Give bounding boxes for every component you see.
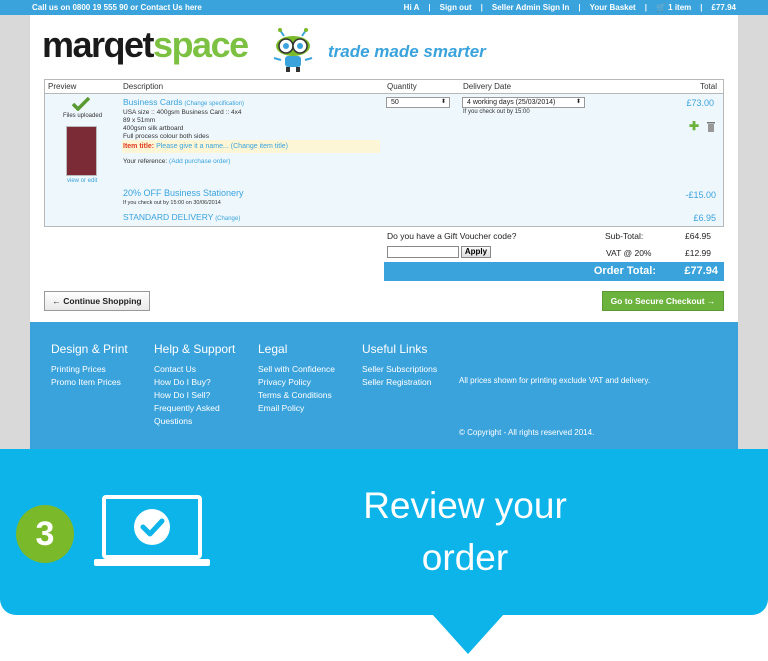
shipping-total: £6.95 bbox=[693, 213, 716, 223]
footer-heading: Design & Print bbox=[51, 342, 128, 356]
change-spec-link[interactable]: (Change specification) bbox=[184, 101, 244, 107]
site-logo[interactable]: marqetspace bbox=[42, 24, 249, 66]
seller-admin-link[interactable]: Seller Admin Sign In bbox=[492, 0, 570, 15]
table-header: Preview Description Quantity Delivery Da… bbox=[45, 80, 723, 94]
quantity-select[interactable]: 50 ⬍ bbox=[386, 97, 450, 108]
change-delivery-link[interactable]: (Change) bbox=[215, 216, 240, 222]
footer-col-useful: Useful Links Seller Subscriptions Seller… bbox=[362, 342, 437, 389]
plus-icon[interactable]: ✚ bbox=[689, 120, 699, 132]
vat-value: £12.99 bbox=[685, 248, 711, 258]
files-uploaded-label: Files uploaded bbox=[63, 113, 103, 119]
header-preview: Preview bbox=[48, 82, 77, 91]
basket-items[interactable]: 1 item bbox=[668, 0, 691, 15]
footer-col-legal: Legal Sell with Confidence Privacy Polic… bbox=[258, 342, 335, 415]
laptop-check-icon bbox=[94, 495, 210, 566]
voucher-input[interactable] bbox=[387, 246, 459, 258]
banner-heading: Review your order bbox=[340, 480, 590, 584]
spec-line: USA size :: 400gsm Business Card :: 4x4 bbox=[123, 109, 242, 116]
product-name[interactable]: Business Cards bbox=[123, 97, 183, 107]
footer-link[interactable]: How Do I Sell? bbox=[154, 389, 235, 402]
quantity-value: 50 bbox=[391, 99, 399, 106]
footer-link[interactable]: Seller Subscriptions bbox=[362, 363, 437, 376]
apply-voucher-button[interactable]: Apply bbox=[461, 246, 491, 258]
header-delivery: Delivery Date bbox=[463, 82, 512, 91]
order-total-label: Order Total: bbox=[593, 265, 656, 277]
reference-row: Your reference: (Add purchase order) bbox=[123, 158, 230, 166]
footer-link[interactable]: Promo Item Prices bbox=[51, 376, 128, 389]
greeting-link[interactable]: Hi A bbox=[404, 0, 420, 15]
footer-col-design: Design & Print Printing Prices Promo Ite… bbox=[51, 342, 128, 389]
footer-link[interactable]: Contact Us bbox=[154, 363, 235, 376]
spec-line: 400gsm silk artboard bbox=[123, 125, 184, 132]
vat-note: All prices shown for printing exclude VA… bbox=[459, 376, 651, 385]
robot-mascot-icon bbox=[273, 28, 313, 72]
footer-link[interactable]: Seller Registration bbox=[362, 376, 437, 389]
order-total-bar: Order Total: £77.94 bbox=[384, 262, 724, 281]
continue-shopping-button[interactable]: ← Continue Shopping bbox=[44, 291, 150, 311]
footer-link[interactable]: Questions bbox=[154, 415, 235, 428]
footer-heading: Help & Support bbox=[154, 342, 236, 356]
select-arrows-icon: ⬍ bbox=[440, 99, 446, 105]
footer-link[interactable]: Printing Prices bbox=[51, 363, 128, 376]
top-bar: Call us on 0800 19 555 90 or Contact Us … bbox=[0, 0, 768, 15]
vat-label: VAT @ 20% bbox=[606, 248, 652, 258]
page-root: Call us on 0800 19 555 90 or Contact Us … bbox=[0, 0, 768, 661]
discount-total: -£15.00 bbox=[685, 190, 716, 200]
step-number-badge: 3 bbox=[16, 505, 74, 563]
basket-icon[interactable]: 🛒 bbox=[656, 0, 668, 15]
banner-pointer bbox=[432, 614, 504, 654]
discount-note: If you check out by 15:00 on 30/06/2014 bbox=[123, 200, 221, 206]
sign-out-link[interactable]: Sign out bbox=[440, 0, 472, 15]
basket-link[interactable]: Your Basket bbox=[590, 0, 636, 15]
discount-name: 20% OFF Business Stationery bbox=[123, 188, 244, 198]
top-links: Hi A | Sign out | Seller Admin Sign In | Yo… bbox=[404, 0, 736, 15]
delivery-value: 4 working days (25/03/2014) bbox=[467, 99, 556, 106]
logo-part-a: marqet bbox=[42, 24, 155, 65]
card-preview-thumbnail[interactable] bbox=[66, 126, 97, 176]
header-quantity: Quantity bbox=[387, 82, 417, 91]
voucher-question: Do you have a Gift Voucher code? bbox=[387, 231, 517, 241]
logo-part-b: space bbox=[153, 24, 249, 65]
secure-checkout-button[interactable]: Go to Secure Checkout → bbox=[602, 291, 724, 311]
footer-link[interactable]: Sell with Confidence bbox=[258, 363, 335, 376]
basket-total[interactable]: £77.94 bbox=[712, 0, 736, 15]
item-title-value[interactable]: Please give it a name... (Change item ti… bbox=[156, 143, 288, 150]
footer-link[interactable]: Email Policy bbox=[258, 402, 335, 415]
subtotal-value: £64.95 bbox=[685, 231, 711, 241]
item-title-box[interactable]: Item title: Please give it a name... (Ch… bbox=[122, 140, 380, 153]
order-total-value: £77.94 bbox=[684, 265, 718, 277]
copyright: © Copyright - All rights reserved 2014. bbox=[459, 428, 595, 437]
footer-link[interactable]: Terms & Conditions bbox=[258, 389, 335, 402]
call-us-text[interactable]: Call us on 0800 19 555 90 or Contact Us … bbox=[32, 0, 202, 15]
shipping-name: STANDARD DELIVERY bbox=[123, 212, 214, 222]
view-or-edit-link[interactable]: view or edit bbox=[67, 177, 97, 185]
footer-link[interactable]: Privacy Policy bbox=[258, 376, 335, 389]
subtotal-label: Sub-Total: bbox=[605, 231, 644, 241]
header-total: Total bbox=[700, 82, 717, 91]
spec-line: 89 x 51mm bbox=[123, 117, 156, 124]
product-title-row: Business Cards (Change specification) bbox=[123, 98, 244, 108]
checkmark-icon bbox=[72, 97, 90, 111]
header-description: Description bbox=[123, 82, 164, 91]
reference-label: Your reference: bbox=[123, 158, 168, 165]
footer-heading: Useful Links bbox=[362, 342, 428, 356]
tagline: trade made smarter bbox=[328, 42, 486, 61]
add-purchase-order-link[interactable]: (Add purchase order) bbox=[169, 158, 230, 165]
product-total: £73.00 bbox=[686, 98, 714, 108]
site-footer: Design & Print Printing Prices Promo Ite… bbox=[30, 322, 738, 450]
delivery-select[interactable]: 4 working days (25/03/2014) ⬍ bbox=[462, 97, 585, 108]
footer-col-help: Help & Support Contact Us How Do I Buy? … bbox=[154, 342, 235, 428]
delivery-note: If you check out by 15:00 bbox=[463, 109, 530, 115]
footer-link[interactable]: Frequently Asked bbox=[154, 402, 235, 415]
select-arrows-icon: ⬍ bbox=[575, 99, 581, 105]
banner-line-1: Review your bbox=[363, 485, 567, 526]
footer-heading: Legal bbox=[258, 342, 288, 356]
shipping-row: STANDARD DELIVERY (Change) bbox=[123, 213, 240, 223]
footer-link[interactable]: How Do I Buy? bbox=[154, 376, 235, 389]
trash-icon[interactable] bbox=[706, 121, 716, 132]
banner-line-2: order bbox=[421, 537, 509, 578]
item-title-label: Item title: bbox=[123, 143, 155, 150]
